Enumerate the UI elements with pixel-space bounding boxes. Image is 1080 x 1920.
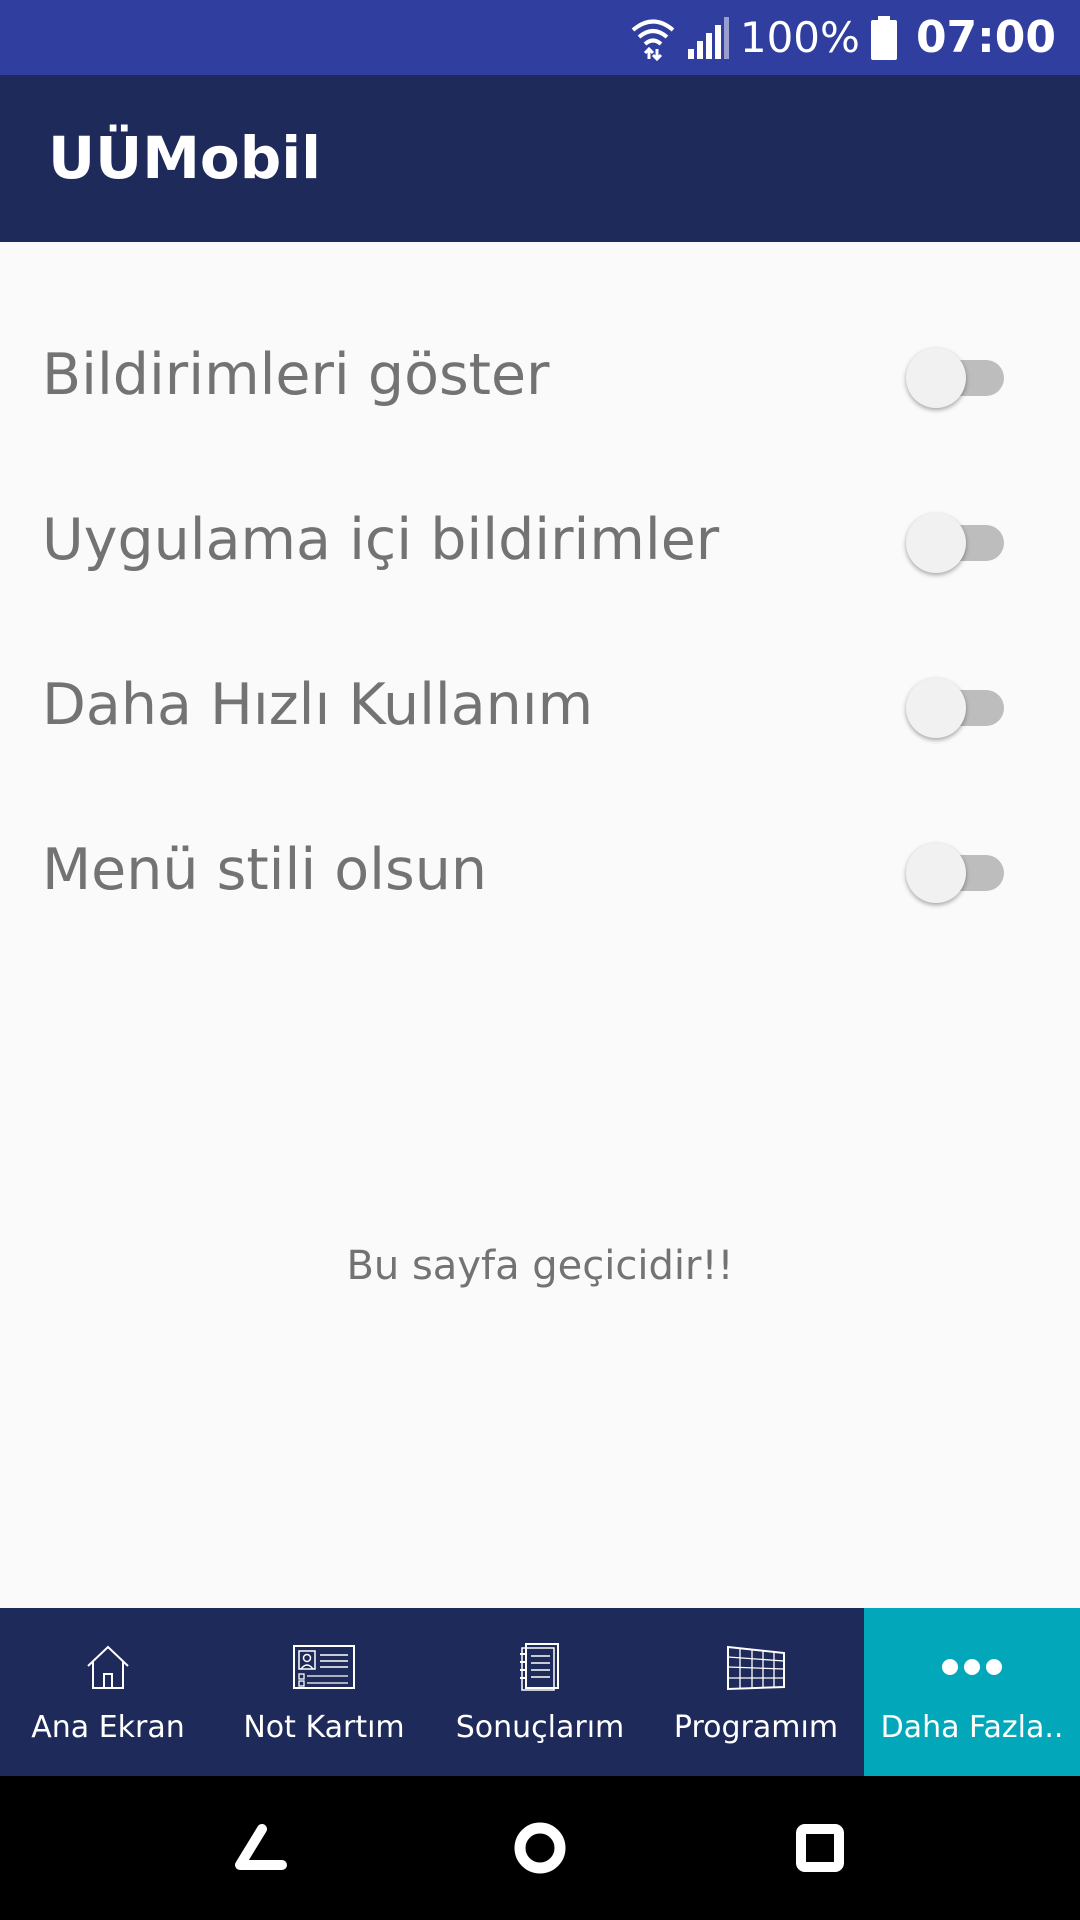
nav-label: Sonuçlarım: [455, 1710, 625, 1745]
switch-thumb: [906, 842, 966, 903]
setting-label: Bildirimleri göster: [42, 342, 550, 408]
nav-label: Programım: [673, 1710, 839, 1745]
setting-label: Uygulama içi bildirimler: [42, 507, 720, 573]
setting-label: Menü stili olsun: [42, 837, 487, 903]
back-icon[interactable]: [200, 1776, 320, 1920]
nav-item-home[interactable]: Ana Ekran: [0, 1608, 216, 1776]
signal-icon: [686, 15, 730, 61]
battery-icon: [870, 15, 898, 61]
nav-item-schedule[interactable]: Programım: [648, 1608, 864, 1776]
schedule-grid-icon: [648, 1642, 864, 1692]
recents-icon[interactable]: [760, 1776, 880, 1920]
id-card-icon: [216, 1642, 432, 1692]
switch-thumb: [906, 677, 966, 738]
system-nav-bar: [0, 1776, 1080, 1920]
faster-usage-switch[interactable]: [906, 675, 1006, 738]
notebook-icon: [432, 1642, 648, 1692]
bottom-nav: Ana Ekran Not Kartım Sonuçlarım Programı…: [0, 1608, 1080, 1776]
nav-label: Ana Ekran: [31, 1710, 185, 1745]
status-bar: 100% 07:00: [0, 0, 1080, 75]
setting-row-show-notifications[interactable]: Bildirimleri göster: [0, 293, 1080, 458]
wifi-icon: [630, 15, 676, 61]
nav-item-results[interactable]: Sonuçlarım: [432, 1608, 648, 1776]
show-notifications-switch[interactable]: [906, 345, 1006, 408]
setting-label: Daha Hızlı Kullanım: [42, 672, 594, 738]
status-icons: 100% 07:00: [630, 0, 1056, 75]
setting-row-menu-style[interactable]: Menü stili olsun: [0, 788, 1080, 953]
temporary-page-note: Bu sayfa geçicidir!!: [346, 1243, 734, 1289]
switch-thumb: [906, 512, 966, 573]
settings-content: Bildirimleri göster Uygulama içi bildiri…: [0, 242, 1080, 1608]
menu-style-switch[interactable]: [906, 840, 1006, 903]
in-app-notifications-switch[interactable]: [906, 510, 1006, 573]
home-circle-icon[interactable]: [480, 1776, 600, 1920]
switch-thumb: [906, 347, 966, 408]
battery-percent: 100%: [739, 13, 860, 62]
app-title: UÜMobil: [48, 124, 322, 192]
setting-row-faster-usage[interactable]: Daha Hızlı Kullanım: [0, 623, 1080, 788]
nav-item-more[interactable]: Daha Fazla..: [864, 1608, 1080, 1776]
app-bar: UÜMobil: [0, 75, 1080, 242]
setting-row-in-app-notifications[interactable]: Uygulama içi bildirimler: [0, 458, 1080, 623]
more-dots-icon: [864, 1642, 1080, 1692]
home-icon: [0, 1642, 216, 1692]
nav-label: Daha Fazla..: [880, 1710, 1064, 1745]
nav-item-grade-card[interactable]: Not Kartım: [216, 1608, 432, 1776]
nav-label: Not Kartım: [243, 1710, 405, 1745]
status-clock: 07:00: [915, 12, 1056, 63]
